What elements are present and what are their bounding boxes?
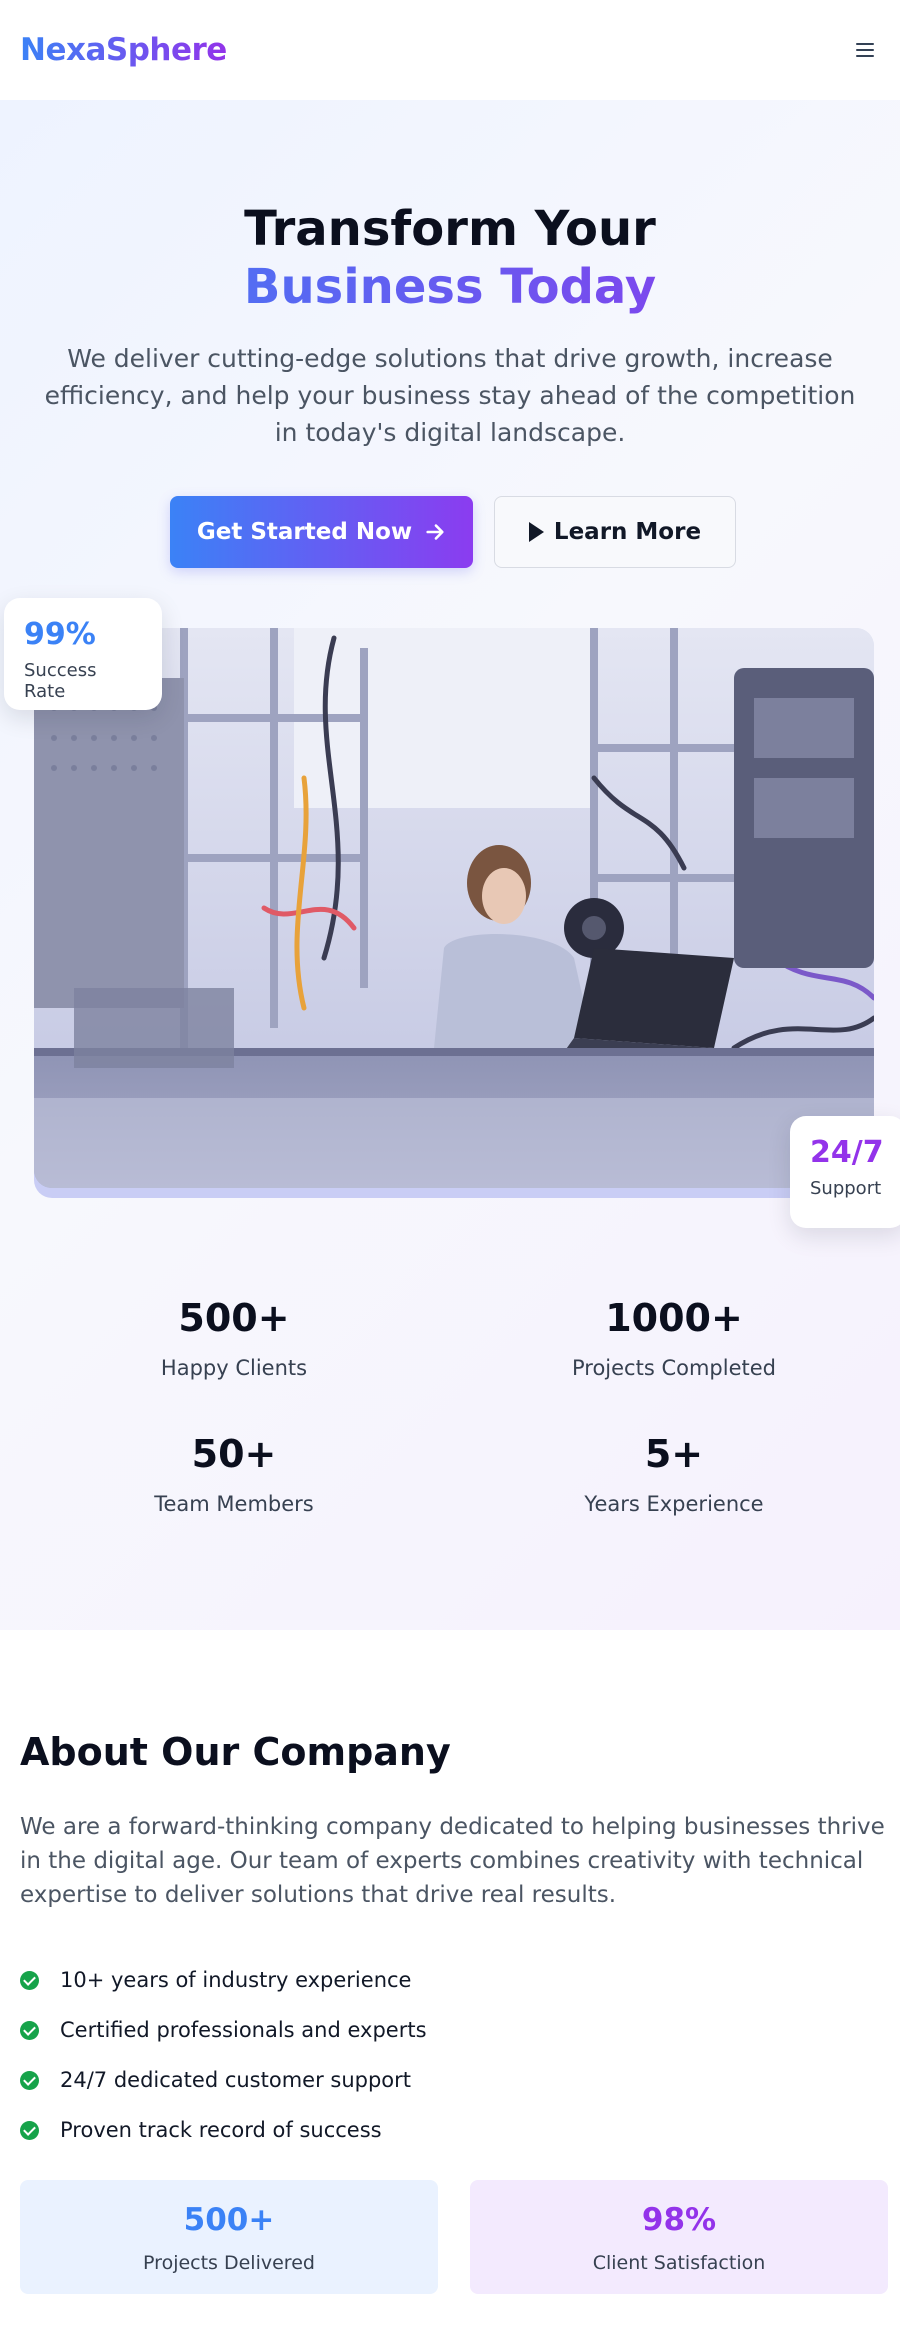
hero-subtitle: We deliver cutting-edge solutions that d… [44,344,856,447]
card-value: 98% [641,2202,717,2238]
stat-value: 5+ [644,1432,704,1476]
card-label: Projects Delivered [143,2252,315,2274]
arrow-right-icon [426,524,444,540]
learn-more-button[interactable]: Learn More [494,496,736,568]
check-circle-icon [20,2020,39,2040]
hero-image [34,628,874,1188]
feature-text: Proven track record of success [60,2118,382,2142]
lab-illustration [34,628,874,1188]
brand-logo[interactable]: NexaSphere [20,32,227,68]
stat-value: 500+ [178,1296,290,1340]
hero-title-line2: Business Today [0,258,900,316]
list-item: Certified professionals and experts [20,2005,427,2055]
client-satisfaction-card: 98% Client Satisfaction [470,2180,888,2294]
stat-value: 1000+ [605,1296,743,1340]
check-circle-icon [20,1970,39,1990]
check-circle-icon [20,2070,39,2090]
success-rate-badge: 99% Success Rate [4,598,162,710]
support-value: 24/7 [810,1135,884,1170]
card-label: Client Satisfaction [592,2252,766,2274]
feature-text: 24/7 dedicated customer support [60,2068,412,2092]
list-item: 24/7 dedicated customer support [20,2055,427,2105]
hero-title: Transform Your Business Today [0,200,900,316]
stat-projects-completed: 1000+ Projects Completed [464,1296,884,1380]
check-circle-icon [20,2120,39,2140]
stat-happy-clients: 500+ Happy Clients [24,1296,444,1380]
feature-list: 10+ years of industry experience Certifi… [20,1955,427,2155]
success-rate-label: Success Rate [24,660,97,702]
projects-delivered-card: 500+ Projects Delivered [20,2180,438,2294]
list-item: 10+ years of industry experience [20,1955,427,2005]
support-badge: 24/7 Support [790,1116,900,1228]
get-started-label: Get Started Now [196,519,413,545]
stat-label: Years Experience [584,1492,764,1516]
feature-text: Certified professionals and experts [60,2018,427,2042]
success-rate-value: 99% [24,617,96,652]
stat-team-members: 50+ Team Members [24,1432,444,1516]
feature-text: 10+ years of industry experience [60,1968,412,1992]
get-started-button[interactable]: Get Started Now [170,496,473,568]
site-header: NexaSphere [0,0,900,100]
support-label: Support [810,1178,882,1199]
about-title: About Our Company [20,1730,451,1774]
stat-label: Projects Completed [571,1356,776,1380]
play-icon [528,522,544,542]
hamburger-menu-icon[interactable] [850,35,880,65]
about-text: We are a forward-thinking company dedica… [20,1814,885,1908]
stat-label: Happy Clients [160,1356,308,1380]
stat-years-experience: 5+ Years Experience [464,1432,884,1516]
list-item: Proven track record of success [20,2105,427,2155]
stat-value: 50+ [191,1432,277,1476]
hero-title-line1: Transform Your [244,201,656,257]
learn-more-label: Learn More [553,519,702,545]
hero-section: Transform Your Business Today We deliver… [0,100,900,1630]
card-value: 500+ [183,2202,275,2238]
stat-label: Team Members [154,1492,314,1516]
